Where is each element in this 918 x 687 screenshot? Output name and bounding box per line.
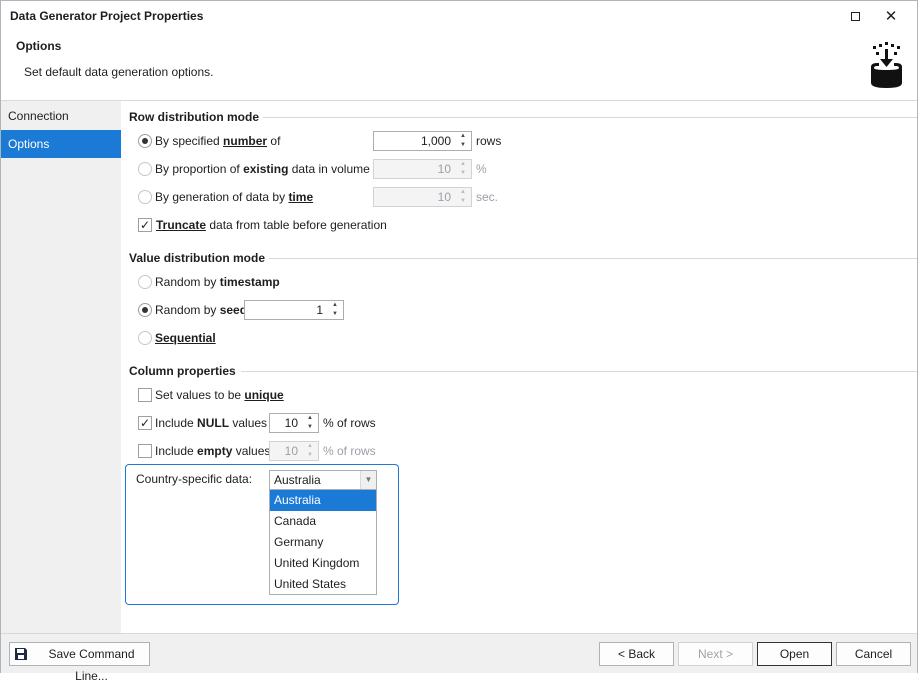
empty-percent-stepper[interactable]: 10 ▲ ▼ [269,441,319,461]
by-proportion-label[interactable]: By proportion of existing data in volume… [155,162,383,176]
list-item[interactable]: Germany [270,532,376,553]
include-null-checkbox[interactable]: ✓ [138,416,152,430]
next-button[interactable]: Next > [678,642,753,666]
maximize-button[interactable] [841,5,869,27]
window-title: Data Generator Project Properties [10,9,204,23]
dialog-window: Data Generator Project Properties ✕ Opti… [0,0,918,683]
value-distribution-title: Value distribution mode [129,251,266,265]
options-panel: Row distribution mode By specified numbe… [121,101,917,633]
button-bar: Save Command Line... < Back Next > Open … [1,633,917,683]
unique-label[interactable]: Set values to be unique [155,388,284,402]
database-download-icon [871,42,902,88]
by-number-radio[interactable] [138,134,152,148]
country-label: Country-specific data: [136,472,253,486]
sequential-radio[interactable] [138,331,152,345]
list-item[interactable]: United States [270,574,376,595]
back-button[interactable]: < Back [599,642,674,666]
null-percent-stepper[interactable]: 10 ▲ ▼ [269,413,319,433]
stepper-arrows-icon[interactable]: ▲ ▼ [302,414,318,432]
sidebar-item-options[interactable]: Options [1,130,121,158]
by-proportion-radio[interactable] [138,162,152,176]
by-time-radio[interactable] [138,190,152,204]
cancel-button[interactable]: Cancel [836,642,911,666]
stepper-arrows-icon: ▲ ▼ [460,189,466,204]
close-icon: ✕ [884,7,898,25]
list-item[interactable]: United Kingdom [270,553,376,574]
sequential-label[interactable]: Sequential [155,331,216,345]
section-divider [269,258,917,259]
row-count-stepper[interactable]: 1,000 ▲ ▼ [373,131,472,151]
page-header: Options Set default data generation opti… [1,31,917,101]
list-item[interactable]: Canada [270,511,376,532]
stepper-arrows-icon[interactable]: ▲ ▼ [327,301,343,319]
open-button[interactable]: Open [757,642,832,666]
proportion-stepper[interactable]: 10 ▲ ▼ [373,159,472,179]
sidebar-item-connection[interactable]: Connection [1,102,121,130]
null-percent-unit: % of rows [323,416,376,430]
stepper-arrows-icon[interactable]: ▲ ▼ [455,132,471,150]
time-stepper[interactable]: 10 ▲ ▼ [373,187,472,207]
by-number-label[interactable]: By specified number of [155,134,280,148]
include-empty-checkbox[interactable] [138,444,152,458]
row-distribution-title: Row distribution mode [129,110,259,124]
truncate-label[interactable]: Truncate data from table before generati… [156,218,387,232]
random-seed-radio[interactable] [138,303,152,317]
include-empty-label[interactable]: Include empty values [155,444,270,458]
save-icon [15,648,27,660]
page-subtitle: Set default data generation options. [24,65,214,79]
save-command-line-button[interactable]: Save Command Line... [9,642,150,683]
random-seed-label[interactable]: Random by seed [155,303,247,317]
section-divider [263,117,917,118]
truncate-checkbox[interactable]: ✓ [138,218,152,232]
seconds-unit-label: sec. [476,190,499,204]
column-properties-title: Column properties [129,364,236,378]
by-time-label[interactable]: By generation of data by time [155,190,313,204]
chevron-down-icon[interactable]: ▼ [360,471,376,489]
close-button[interactable]: ✕ [877,5,905,27]
page-title: Options [16,39,62,53]
unique-checkbox[interactable] [138,388,152,402]
sidebar: Connection Options [1,101,121,633]
list-item[interactable]: Australia [270,490,376,511]
seed-stepper[interactable]: 1 ▲ ▼ [244,300,344,320]
section-divider [241,371,917,372]
stepper-arrows-icon: ▲ ▼ [460,161,466,176]
maximize-icon [850,11,860,21]
include-null-label[interactable]: Include NULL values [155,416,267,430]
percent-unit-label: % [476,162,487,176]
country-select[interactable]: Australia ▼ [269,470,377,490]
empty-percent-unit: % of rows [323,444,376,458]
random-timestamp-label[interactable]: Random by timestamp [155,275,280,289]
random-timestamp-radio[interactable] [138,275,152,289]
rows-unit-label: rows [476,134,502,148]
country-dropdown-list: Australia Canada Germany United Kingdom … [269,489,377,595]
title-bar: Data Generator Project Properties ✕ [1,1,917,31]
stepper-arrows-icon: ▲ ▼ [307,443,313,458]
